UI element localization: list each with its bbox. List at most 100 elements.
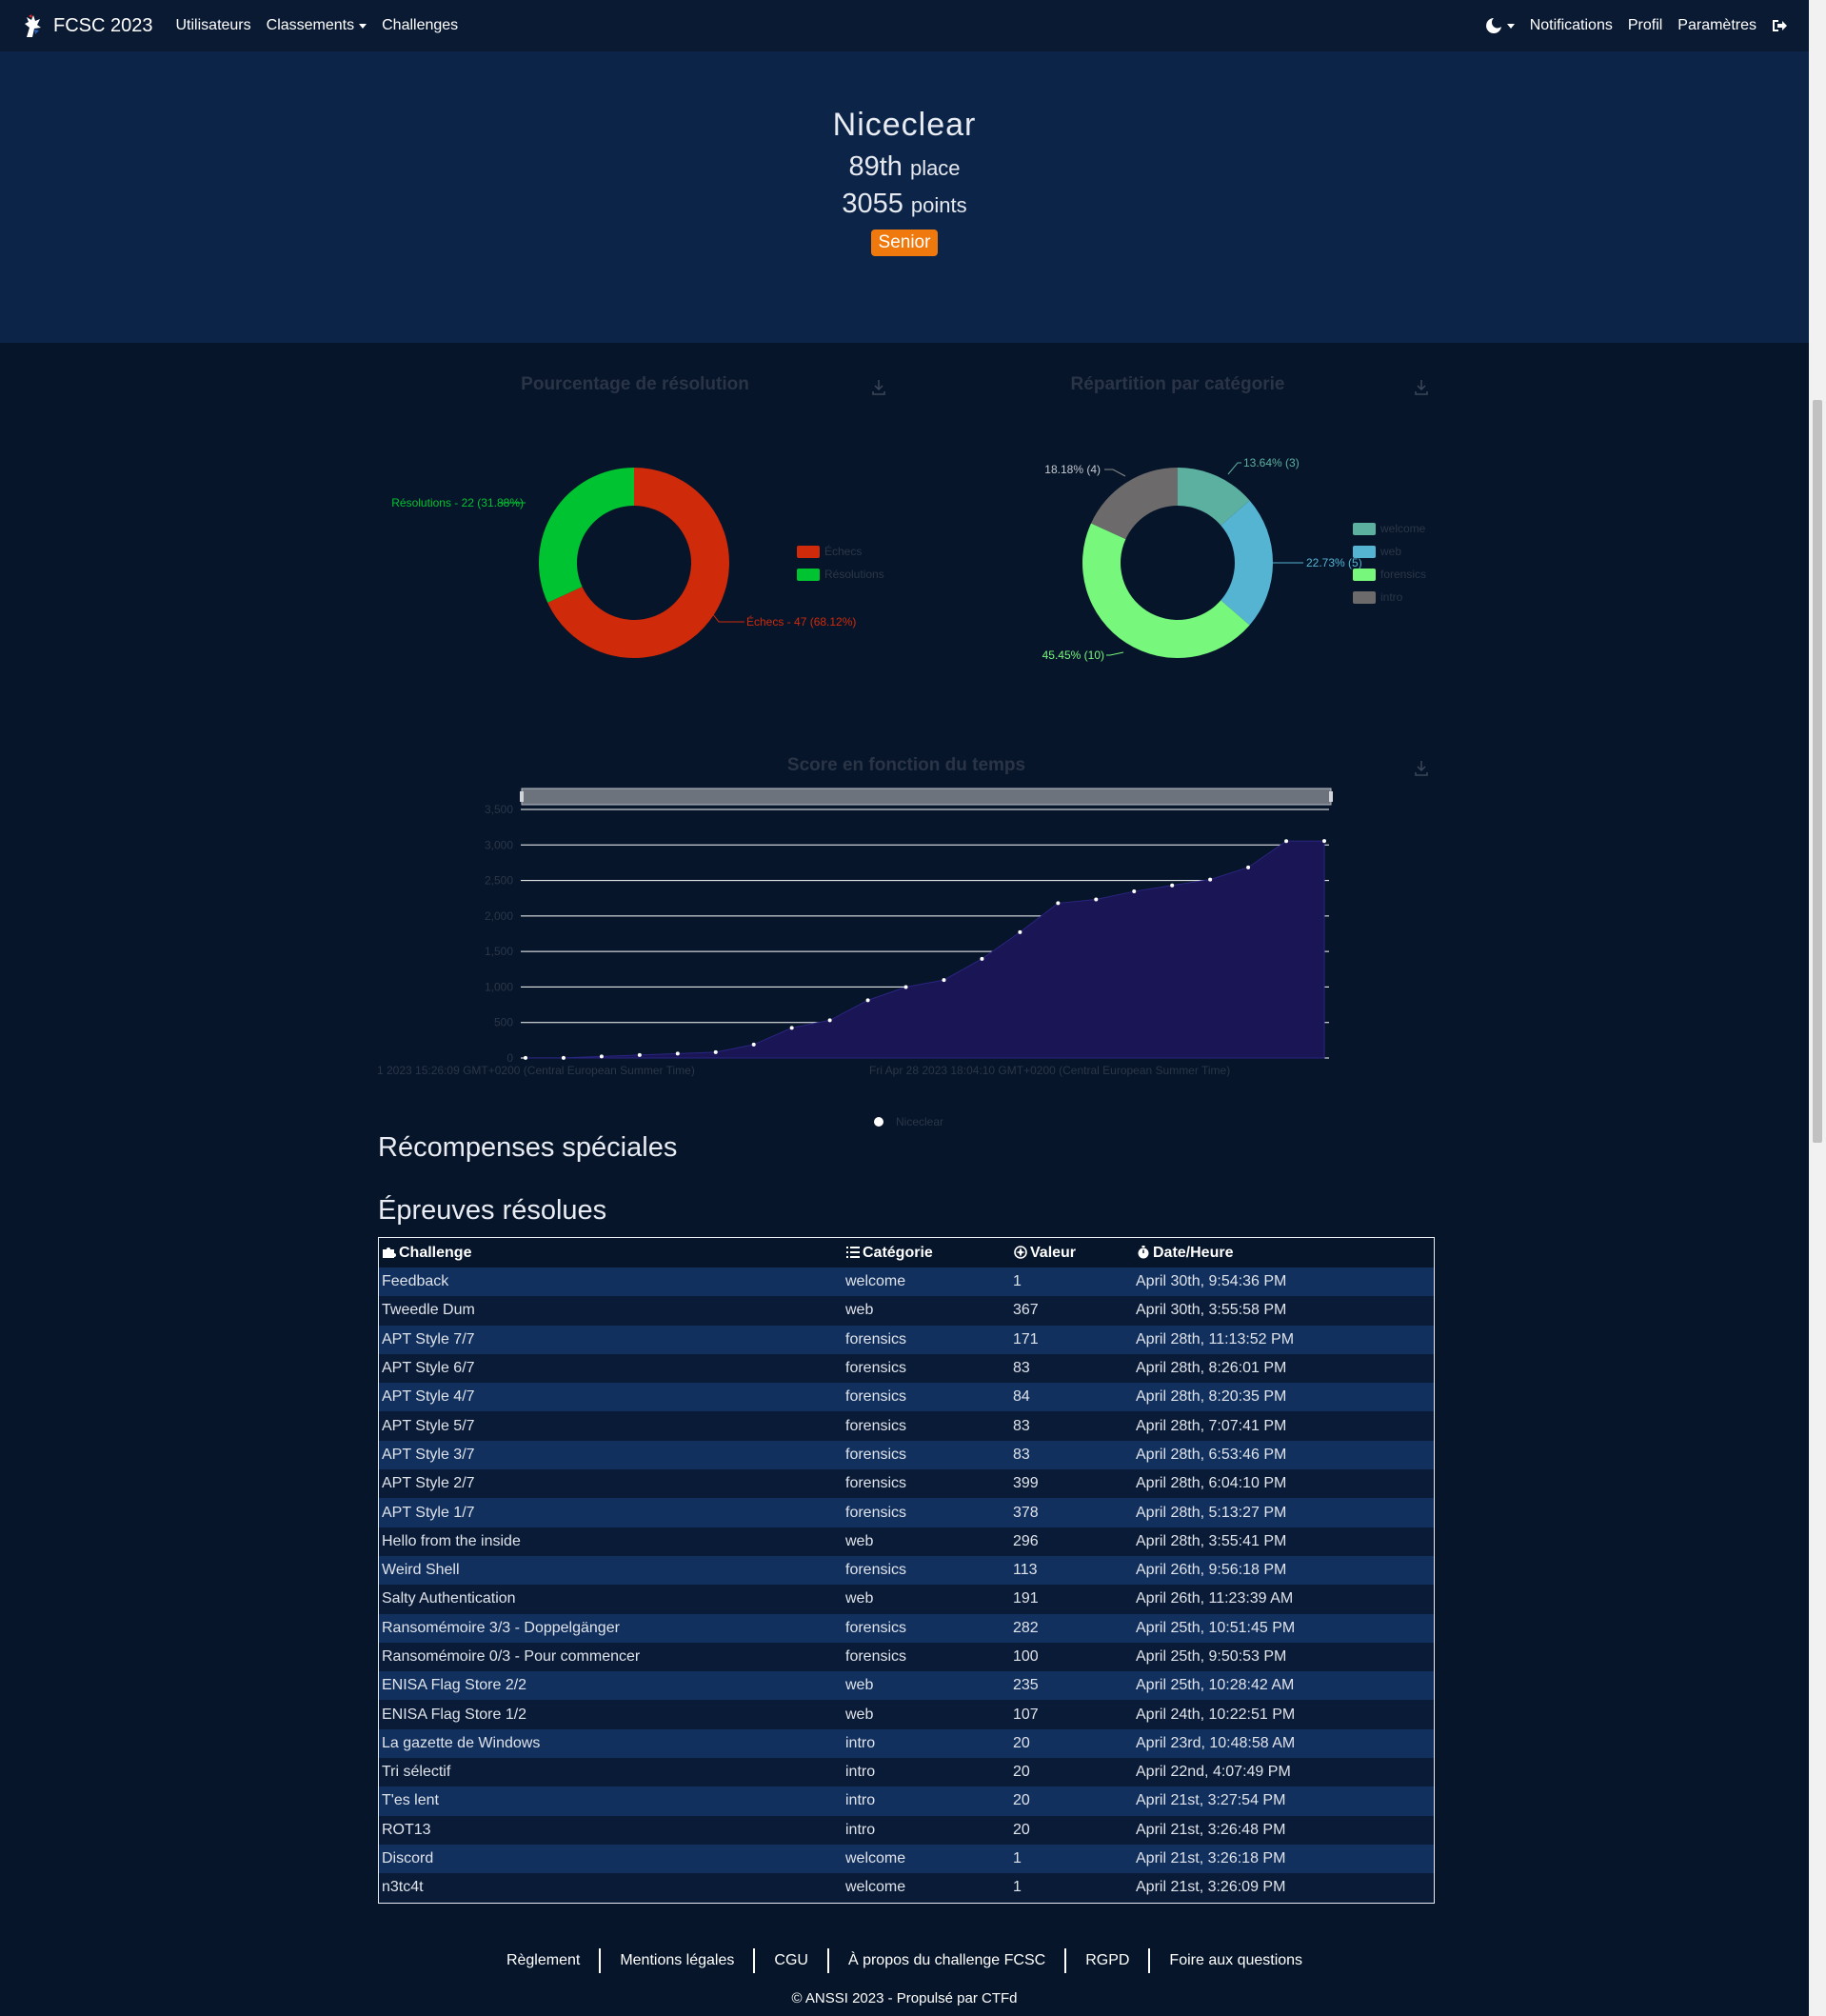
score-point[interactable] [865,998,870,1003]
cell-challenge[interactable]: Hello from the inside [378,1527,843,1556]
logout-button[interactable] [1772,18,1788,33]
download-icon[interactable] [1414,760,1429,777]
brand[interactable]: FCSC 2023 [21,13,153,38]
cell-challenge[interactable]: APT Style 7/7 [378,1325,843,1354]
footer-link-cgu[interactable]: CGU [755,1948,829,1973]
score-point[interactable] [1284,839,1289,844]
download-icon[interactable] [1414,379,1429,396]
score-point[interactable] [942,978,946,983]
legend-label-intro[interactable]: intro [1380,590,1402,604]
legend-label-resolutions[interactable]: Résolutions [824,568,884,581]
nav-notifications[interactable]: Notifications [1530,17,1613,34]
theme-toggle[interactable] [1485,17,1515,34]
page-scrollbar[interactable] [1809,0,1826,2016]
score-point[interactable] [1208,877,1213,882]
cell-challenge[interactable]: APT Style 1/7 [378,1498,843,1527]
legend-swatch-forensics[interactable] [1353,569,1376,581]
cell-challenge[interactable]: Tweedle Dum [378,1296,843,1326]
nav-challenges[interactable]: Challenges [382,17,458,34]
slice-resolutions[interactable] [539,468,634,603]
score-point[interactable] [561,1055,566,1060]
cell-challenge[interactable]: APT Style 2/7 [378,1469,843,1499]
cell-challenge[interactable]: Feedback [378,1267,843,1297]
cell-challenge[interactable]: Tri sélectif [378,1758,843,1787]
cell-challenge[interactable]: Salty Authentication [378,1585,843,1614]
legend-swatch-welcome[interactable] [1353,523,1376,535]
score-point[interactable] [675,1051,680,1056]
slice-forensics[interactable] [1082,523,1250,658]
score-point[interactable] [524,1055,527,1060]
legend-label-welcome[interactable]: welcome [1380,522,1425,535]
y-tick-label: 0 [506,1051,513,1065]
score-point[interactable] [827,1018,832,1023]
cell-challenge[interactable]: APT Style 5/7 [378,1411,843,1441]
score-point[interactable] [1170,883,1175,888]
footer-link-reglement[interactable]: Règlement [487,1948,602,1973]
cell-valeur: 20 [1010,1758,1133,1787]
cell-categorie: forensics [843,1353,1010,1384]
legend-label-niceclear[interactable]: Niceclear [896,1115,943,1128]
awards-heading: Récompenses spéciales [378,1132,678,1163]
slice-intro[interactable] [1091,468,1178,540]
footer-link-apropos[interactable]: À propos du challenge FCSC [829,1948,1067,1973]
zoom-handle-left[interactable] [520,791,524,802]
cell-challenge[interactable]: La gazette de Windows [378,1728,843,1759]
score-point[interactable] [751,1042,756,1047]
score-point[interactable] [599,1054,604,1059]
rooster-logo-icon [25,14,41,37]
cell-challenge[interactable]: T'es lent [378,1786,843,1816]
score-point[interactable] [1094,897,1099,902]
score-point[interactable] [713,1049,718,1054]
legend-label-web[interactable]: web [1380,545,1401,558]
cell-categorie: forensics [843,1440,1010,1470]
legend-swatch-intro[interactable] [1353,591,1376,604]
cell-challenge[interactable]: Discord [378,1844,843,1874]
nav-profil[interactable]: Profil [1628,17,1662,34]
scrollbar-thumb[interactable] [1813,400,1822,1143]
footer-link-faq[interactable]: Foire aux questions [1150,1948,1321,1973]
nav-parametres[interactable]: Paramètres [1677,17,1757,34]
cell-challenge[interactable]: n3tc4t [378,1873,843,1904]
score-point[interactable] [1056,901,1061,906]
legend-dot-niceclear[interactable] [874,1117,883,1127]
footer-link-rgpd[interactable]: RGPD [1066,1948,1151,1973]
cell-challenge[interactable]: Weird Shell [378,1555,843,1586]
cell-valeur: 235 [1010,1671,1133,1701]
slice-web[interactable] [1221,500,1273,626]
cell-categorie: forensics [843,1613,1010,1643]
score-point[interactable] [637,1052,642,1057]
score-point[interactable] [980,956,984,961]
download-icon[interactable] [871,379,886,396]
cell-challenge[interactable]: Ransomémoire 3/3 - Doppelgänger [378,1613,843,1643]
score-point[interactable] [903,985,908,989]
nav-utilisateurs[interactable]: Utilisateurs [176,17,251,34]
score-point[interactable] [1018,929,1022,934]
cell-date: April 28th, 7:07:41 PM [1133,1411,1435,1441]
col-header-valeur[interactable]: Valeur [1010,1237,1133,1267]
zoom-slider[interactable] [521,788,1332,806]
cell-valeur: 84 [1010,1383,1133,1412]
score-point[interactable] [1322,839,1326,844]
cell-challenge[interactable]: APT Style 6/7 [378,1353,843,1384]
list-icon [846,1246,860,1258]
score-point[interactable] [1132,889,1137,894]
legend-swatch-web[interactable] [1353,546,1376,558]
score-point[interactable] [789,1026,794,1030]
legend-swatch-resolutions[interactable] [797,569,820,581]
col-header-challenge[interactable]: Challenge [378,1237,843,1267]
cell-challenge[interactable]: APT Style 4/7 [378,1383,843,1412]
nav-classements[interactable]: Classements [267,17,367,34]
cell-challenge[interactable]: ROT13 [378,1815,843,1845]
cell-challenge[interactable]: ENISA Flag Store 1/2 [378,1700,843,1729]
score-point[interactable] [1246,865,1251,869]
legend-swatch-echecs[interactable] [797,546,820,558]
cell-challenge[interactable]: APT Style 3/7 [378,1440,843,1470]
col-header-categorie[interactable]: Catégorie [843,1237,1010,1267]
cell-challenge[interactable]: ENISA Flag Store 2/2 [378,1671,843,1701]
zoom-handle-right[interactable] [1329,791,1333,802]
legend-label-echecs[interactable]: Échecs [824,545,862,558]
footer-link-mentions[interactable]: Mentions légales [601,1948,756,1973]
col-header-date[interactable]: Date/Heure [1133,1237,1435,1267]
legend-label-forensics[interactable]: forensics [1380,568,1426,581]
cell-challenge[interactable]: Ransomémoire 0/3 - Pour commencer [378,1642,843,1672]
